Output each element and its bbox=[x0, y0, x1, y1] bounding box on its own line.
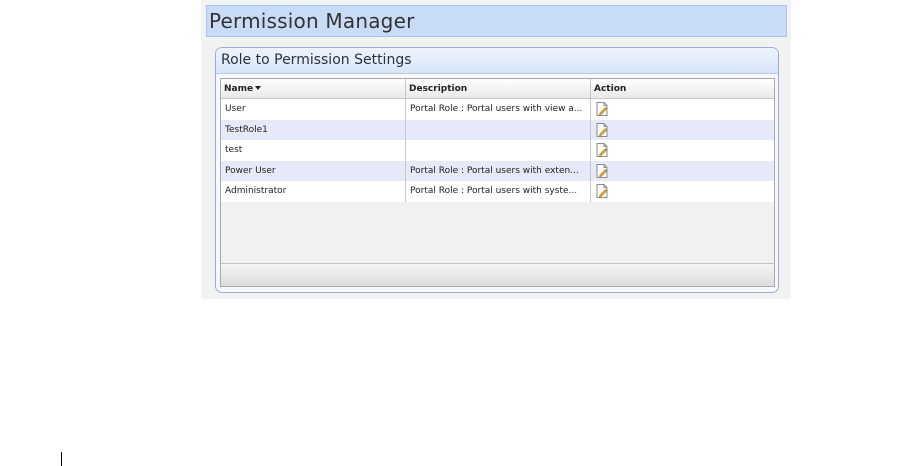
action-cell bbox=[591, 99, 774, 120]
table-row[interactable]: User Portal Role : Portal users with vie… bbox=[221, 99, 774, 120]
role-description-cell: Portal Role : Portal users with view a..… bbox=[406, 99, 591, 120]
edit-icon[interactable] bbox=[596, 122, 608, 137]
text-cursor-mark bbox=[61, 452, 62, 466]
role-name-cell: TestRole1 bbox=[221, 119, 406, 140]
sort-descending-icon bbox=[255, 85, 262, 90]
action-cell bbox=[591, 161, 774, 182]
role-description-cell: Portal Role : Portal users with syste... bbox=[406, 181, 591, 202]
edit-icon[interactable] bbox=[596, 184, 608, 198]
column-header-action-label: Action bbox=[594, 84, 627, 94]
action-cell bbox=[591, 140, 774, 161]
edit-icon[interactable] bbox=[596, 143, 608, 157]
roles-grid: Name Description Action User Portal Role… bbox=[220, 78, 775, 287]
edit-icon[interactable] bbox=[596, 102, 608, 116]
column-header-description[interactable]: Description bbox=[406, 79, 591, 99]
table-row[interactable]: Power User Portal Role : Portal users wi… bbox=[221, 160, 774, 182]
role-description-cell bbox=[406, 140, 591, 161]
role-name-cell: test bbox=[221, 140, 406, 161]
action-cell bbox=[591, 120, 774, 141]
grid-rows: User Portal Role : Portal users with vie… bbox=[221, 99, 774, 202]
panel-title: Role to Permission Settings bbox=[221, 52, 412, 68]
grid-footer-toolbar bbox=[221, 263, 774, 286]
column-header-action[interactable]: Action bbox=[591, 79, 774, 99]
table-row[interactable]: TestRole1 bbox=[221, 119, 774, 141]
edit-icon[interactable] bbox=[596, 163, 608, 178]
permission-manager-panel: Permission Manager Role to Permission Se… bbox=[201, 0, 791, 299]
role-description-cell: Portal Role : Portal users with exten... bbox=[406, 160, 591, 181]
role-name-cell: Power User bbox=[221, 160, 406, 181]
column-header-description-label: Description bbox=[409, 84, 468, 94]
page-title: Permission Manager bbox=[209, 9, 415, 33]
role-description-cell bbox=[406, 119, 591, 140]
page-title-bar: Permission Manager bbox=[206, 5, 787, 37]
table-row[interactable]: Administrator Portal Role : Portal users… bbox=[221, 181, 774, 202]
grid-header: Name Description Action bbox=[221, 79, 774, 99]
role-name-cell: User bbox=[221, 99, 406, 120]
column-header-name-label: Name bbox=[224, 84, 254, 94]
column-header-name[interactable]: Name bbox=[221, 79, 406, 99]
page: Permission Manager Role to Permission Se… bbox=[0, 0, 900, 466]
panel-header: Role to Permission Settings bbox=[216, 48, 778, 74]
role-permission-settings-panel: Role to Permission Settings Name Descrip… bbox=[215, 47, 779, 293]
table-row[interactable]: test bbox=[221, 140, 774, 161]
action-cell bbox=[591, 181, 774, 202]
role-name-cell: Administrator bbox=[221, 181, 406, 202]
